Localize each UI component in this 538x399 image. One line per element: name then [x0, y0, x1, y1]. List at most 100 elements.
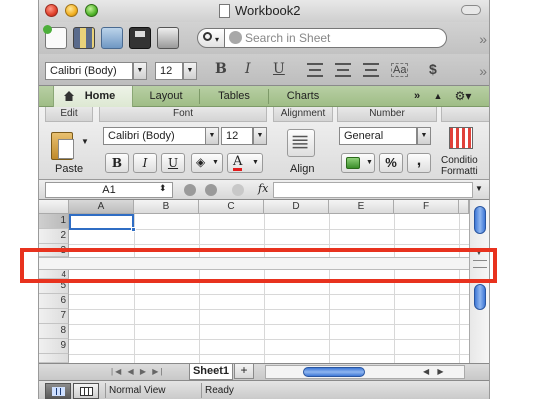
- document-icon: [219, 4, 230, 18]
- column-header-e[interactable]: E: [329, 200, 394, 214]
- font-name-field[interactable]: Calibri (Body): [45, 62, 133, 80]
- row-header-partial[interactable]: [39, 354, 69, 363]
- ribbon-italic-button[interactable]: I: [133, 153, 157, 173]
- conditional-formatting-label[interactable]: Conditio Formatti: [441, 155, 478, 177]
- underline-button[interactable]: U: [273, 61, 285, 77]
- toolbar-toggle-button[interactable]: [461, 5, 481, 15]
- paste-icon[interactable]: [51, 132, 74, 160]
- row-header-7[interactable]: 7: [39, 309, 69, 324]
- save-icon[interactable]: [129, 27, 151, 49]
- column-header-partial[interactable]: [459, 200, 469, 214]
- column-header-d[interactable]: D: [264, 200, 329, 214]
- bottom-pane-scroll-thumb[interactable]: [474, 284, 486, 310]
- tab-tables[interactable]: Tables: [201, 86, 267, 107]
- row-header-6[interactable]: 6: [39, 294, 69, 309]
- print-icon[interactable]: [157, 27, 179, 49]
- horizontal-scroll-arrows-icon[interactable]: ◀ ▶: [423, 367, 447, 376]
- tab-charts[interactable]: Charts: [270, 86, 336, 107]
- selected-cell-a1[interactable]: [69, 214, 134, 230]
- ribbon-settings-gear-icon[interactable]: ⚙▾: [451, 86, 475, 107]
- font-size-dropdown[interactable]: ▼: [183, 62, 197, 80]
- row-header-2[interactable]: 2: [39, 229, 69, 244]
- column-header-c[interactable]: C: [199, 200, 264, 214]
- conditional-formatting-icon[interactable]: [449, 127, 473, 149]
- fill-color-button[interactable]: ◈ ▼: [191, 153, 223, 173]
- ribbon-underline-button[interactable]: U: [161, 153, 185, 173]
- search-placeholder: Search in Sheet: [245, 31, 331, 45]
- align-center-icon[interactable]: [335, 63, 351, 77]
- fill-handle[interactable]: [131, 227, 136, 232]
- group-alignment-header: Alignment: [273, 107, 333, 122]
- open-icon[interactable]: [101, 27, 123, 49]
- font-name-dropdown[interactable]: ▼: [133, 62, 147, 80]
- accept-formula-icon[interactable]: [205, 184, 217, 196]
- column-header-a[interactable]: A: [69, 200, 134, 214]
- comma-style-button[interactable]: ,: [407, 153, 431, 173]
- close-window-button[interactable]: [45, 4, 58, 17]
- zoom-window-button[interactable]: [85, 4, 98, 17]
- ribbon-font-name-field[interactable]: Calibri (Body): [103, 127, 207, 145]
- accounting-format-button[interactable]: ▼: [341, 153, 375, 173]
- gridline: [394, 270, 395, 363]
- italic-button[interactable]: I: [245, 61, 251, 77]
- home-icon: [64, 91, 74, 101]
- horizontal-scroll-thumb[interactable]: [303, 367, 365, 377]
- excel-window: Workbook2 ▾ Search in Sheet » Calibri (B…: [38, 0, 490, 399]
- tab-home[interactable]: Home: [53, 86, 133, 107]
- row-header-1[interactable]: 1: [39, 214, 69, 229]
- column-header-b[interactable]: B: [134, 200, 199, 214]
- window-title: Workbook2: [235, 3, 301, 18]
- row-header-9[interactable]: 9: [39, 339, 69, 354]
- cancel-formula-icon[interactable]: [184, 184, 196, 196]
- tab-layout[interactable]: Layout: [135, 86, 197, 107]
- align-right-icon[interactable]: [363, 63, 379, 77]
- sheet-tab-bar: |◀ ◀ ▶ ▶| Sheet1 + ◀ ▶: [39, 363, 489, 380]
- group-number-header: Number: [337, 107, 437, 122]
- page-layout-view-button[interactable]: [73, 383, 99, 399]
- font-color-button[interactable]: A ▼: [227, 153, 263, 173]
- top-pane-scroll-thumb[interactable]: [474, 206, 486, 234]
- chevron-down-icon: ▾: [214, 35, 219, 44]
- name-box[interactable]: A1: [45, 182, 173, 198]
- workbook-gallery-icon[interactable]: [73, 27, 95, 49]
- search-clear-icon[interactable]: [229, 31, 242, 44]
- toolbar-overflow-icon[interactable]: »: [479, 31, 487, 47]
- sheet-nav-arrows-icon[interactable]: |◀ ◀ ▶ ▶|: [111, 367, 164, 376]
- format-toolbar-overflow-icon[interactable]: »: [479, 63, 487, 79]
- paste-dropdown-icon[interactable]: ▼: [81, 137, 89, 146]
- formatting-toolbar: Calibri (Body) ▼ 12 ▼ B I U Aa $ »: [39, 54, 489, 86]
- number-format-dropdown[interactable]: ▼: [417, 127, 431, 145]
- name-box-stepper-icon[interactable]: ⬍: [159, 183, 167, 194]
- ribbon-bold-button[interactable]: B: [105, 153, 129, 173]
- row-header-8[interactable]: 8: [39, 324, 69, 339]
- number-format-field[interactable]: General: [339, 127, 417, 145]
- insert-function-button[interactable]: fx: [258, 182, 268, 195]
- currency-button[interactable]: $: [429, 61, 437, 77]
- ribbon-font-size-dropdown[interactable]: ▼: [253, 127, 267, 145]
- add-sheet-button[interactable]: +: [234, 364, 254, 379]
- normal-view-button[interactable]: [45, 383, 71, 399]
- ribbon-font-name-dropdown[interactable]: ▼: [205, 127, 219, 145]
- new-workbook-icon[interactable]: [43, 25, 67, 49]
- ribbon-font-size-field[interactable]: 12: [221, 127, 253, 145]
- formula-builder-icon[interactable]: [232, 184, 244, 196]
- select-all-corner[interactable]: [39, 200, 69, 214]
- percent-style-button[interactable]: %: [379, 153, 403, 173]
- gridline: [329, 270, 330, 363]
- search-icon: [203, 32, 212, 41]
- more-tabs-icon[interactable]: »: [409, 86, 425, 107]
- status-divider: [201, 383, 202, 398]
- column-header-f[interactable]: F: [394, 200, 459, 214]
- view-mode-text: Normal View: [109, 385, 166, 396]
- search-input[interactable]: Search in Sheet: [225, 28, 447, 48]
- font-size-field[interactable]: 12: [155, 62, 183, 80]
- sheet-tab-sheet1[interactable]: Sheet1: [189, 364, 233, 380]
- collapse-ribbon-icon[interactable]: ▲: [431, 86, 445, 107]
- align-button[interactable]: [287, 129, 315, 157]
- bold-button[interactable]: B: [215, 61, 227, 77]
- formula-input[interactable]: [273, 182, 473, 198]
- align-left-icon[interactable]: [307, 63, 323, 77]
- expand-formula-bar-icon[interactable]: ▼: [475, 184, 483, 193]
- wrap-text-icon[interactable]: Aa: [391, 63, 409, 77]
- minimize-window-button[interactable]: [65, 4, 78, 17]
